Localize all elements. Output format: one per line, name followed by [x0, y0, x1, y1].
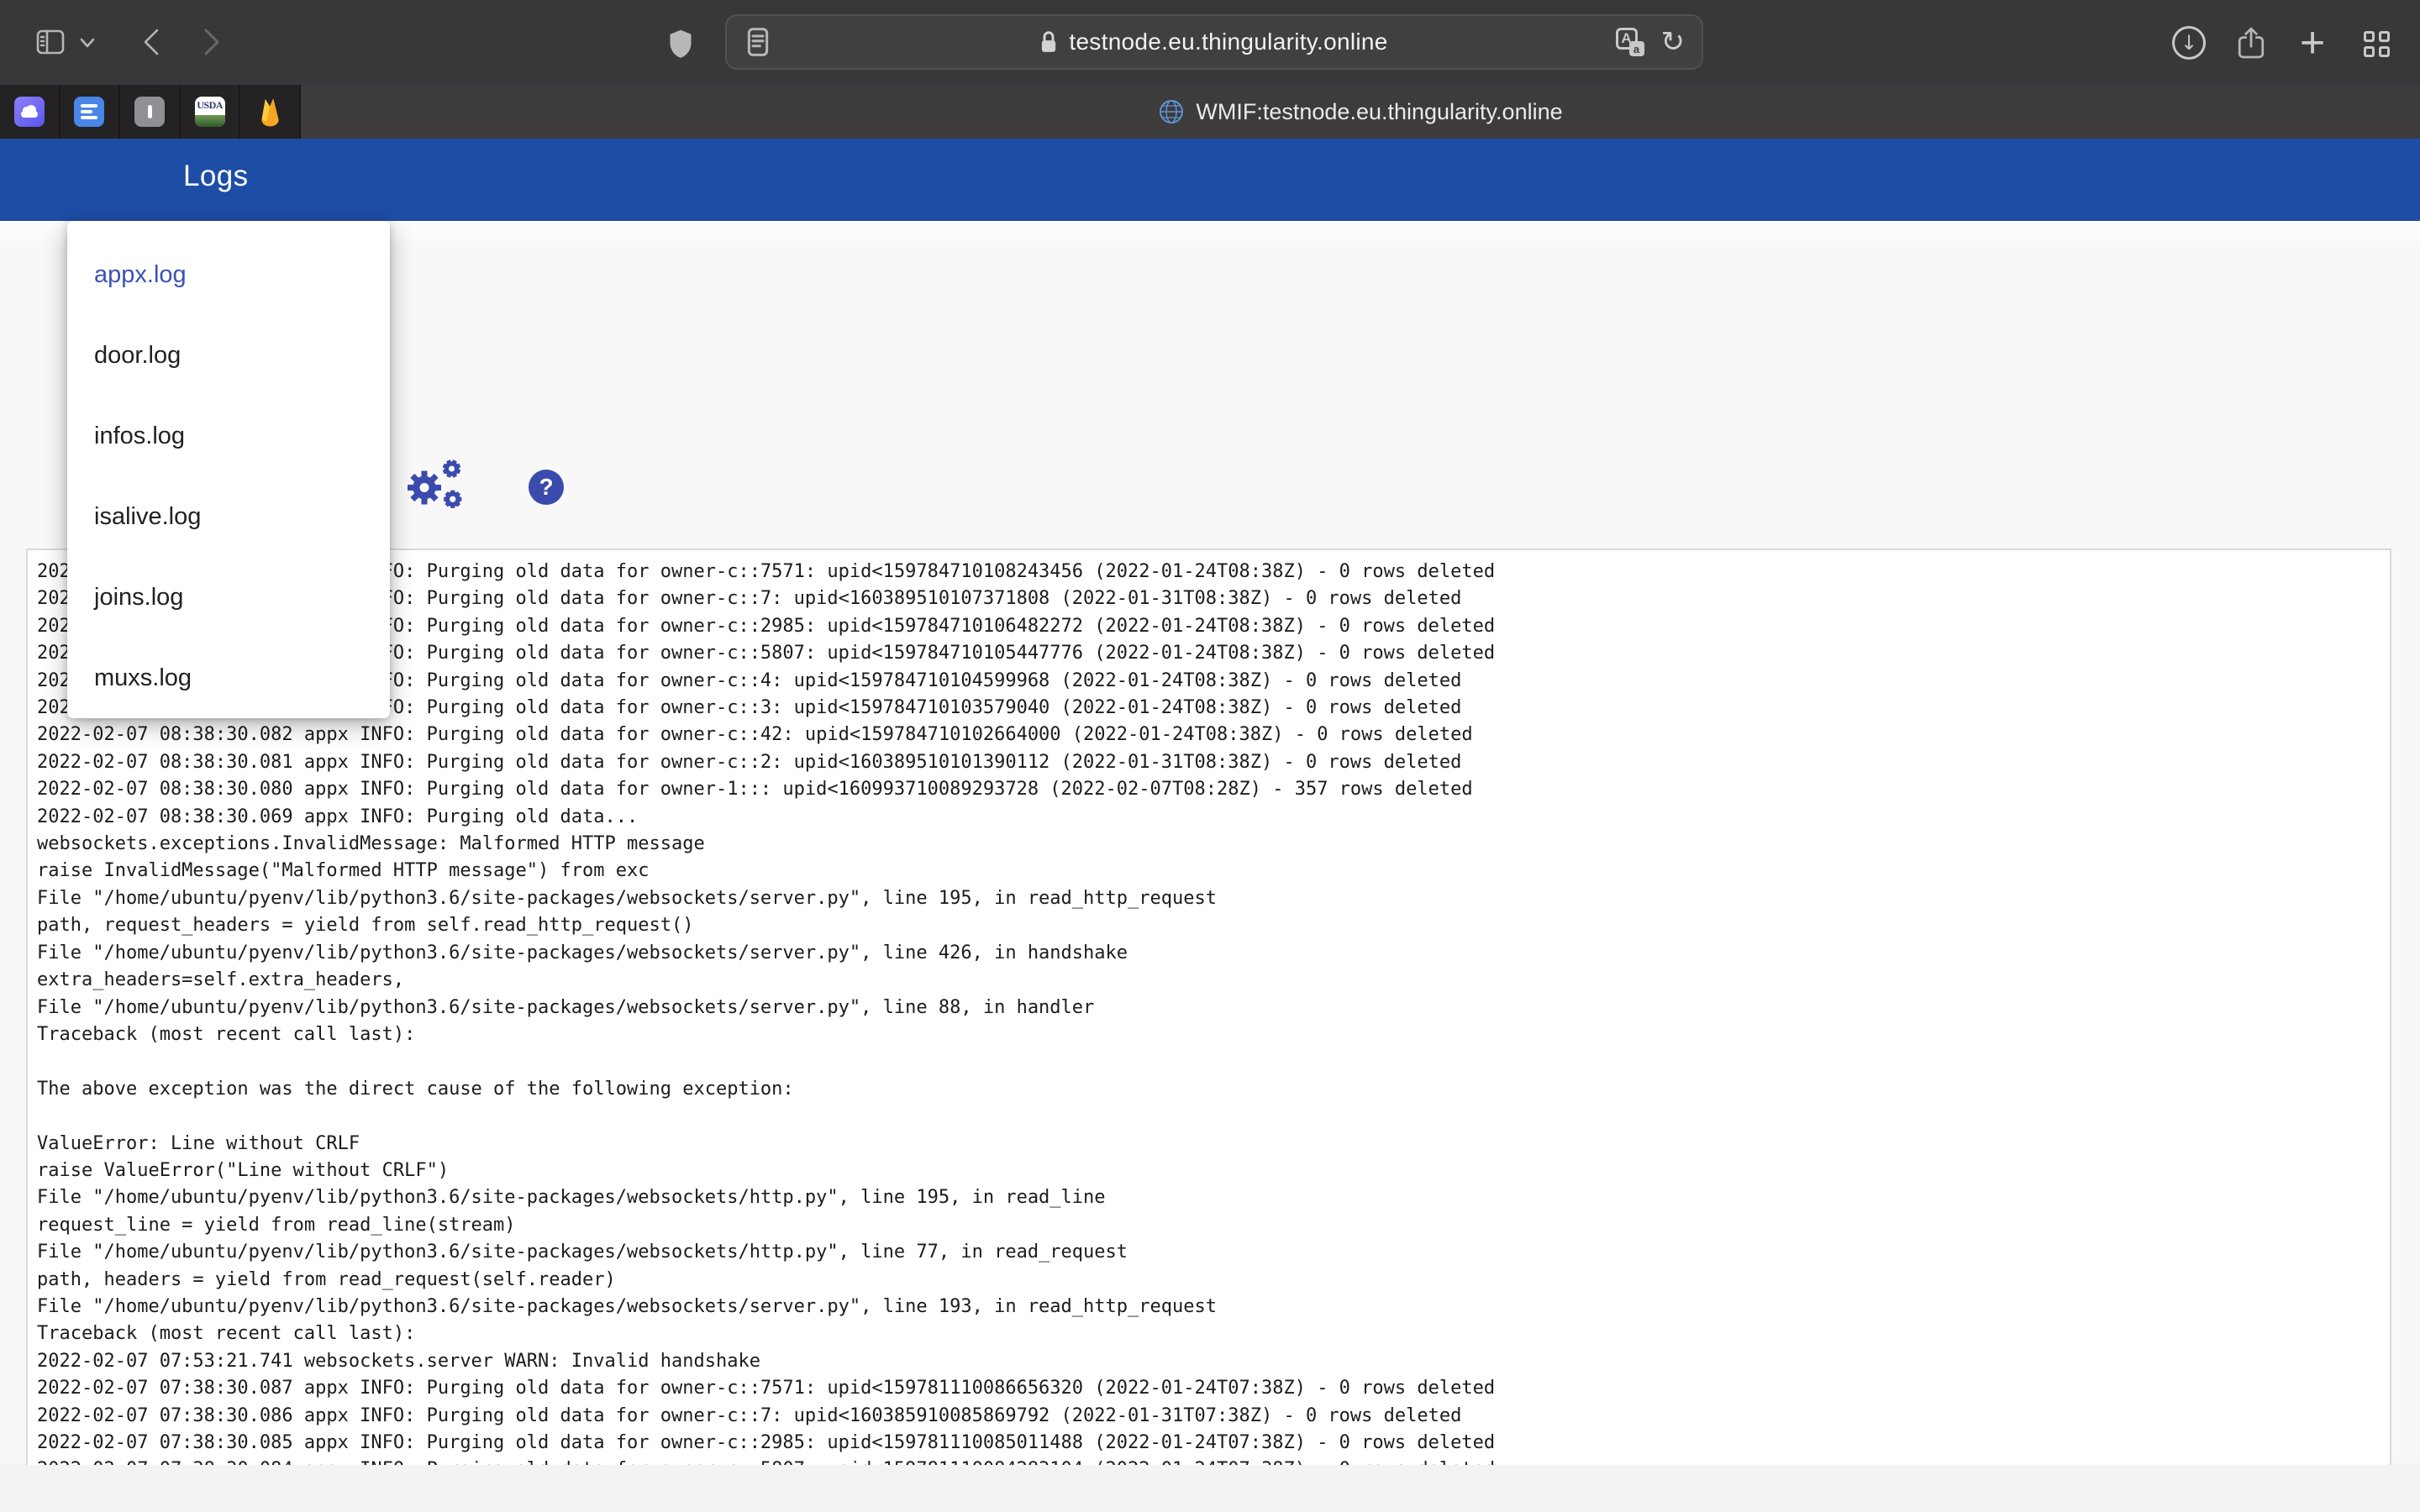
- chevron-down-icon: [79, 37, 96, 49]
- browser-toolbar: testnode.eu.thingularity.online A a ↻ ↓: [0, 0, 2420, 85]
- shield-icon: [668, 29, 693, 59]
- firebase-flame-icon: [257, 97, 282, 127]
- generic-favicon-icon: [134, 97, 165, 127]
- tab-bar: USDA WMIF:testnode.eu.thingularity.onlin…: [0, 85, 2420, 139]
- active-tab-title: WMIF:testnode.eu.thingularity.online: [1196, 99, 1562, 125]
- log-file-option[interactable]: appx.log: [67, 234, 390, 315]
- back-button[interactable]: [134, 25, 168, 59]
- bottom-background: [0, 1465, 2420, 1512]
- docs-favicon-icon: [74, 97, 104, 127]
- pinned-tabs: USDA: [0, 85, 301, 139]
- sidebar-toggle-button[interactable]: [35, 29, 66, 55]
- sidebar-menu-chevron-button[interactable]: [77, 35, 97, 50]
- forward-chevron-icon: [201, 27, 223, 57]
- log-file-option[interactable]: joins.log: [67, 557, 390, 638]
- privacy-shield-button[interactable]: [664, 25, 697, 62]
- pinned-tab-firebase[interactable]: [240, 85, 301, 139]
- log-file-menu: appx.log door.log infos.log isalive.log join…: [67, 221, 390, 718]
- tab-grid-icon: [2364, 31, 2390, 57]
- tab-overview-button[interactable]: [2360, 27, 2393, 60]
- log-file-option[interactable]: door.log: [67, 315, 390, 396]
- globe-icon: [1158, 98, 1185, 125]
- log-file-option[interactable]: infos.log: [67, 396, 390, 476]
- log-file-option-label: appx.log: [94, 261, 187, 289]
- gears-icon: [403, 456, 471, 515]
- downloads-button[interactable]: ↓: [2171, 25, 2207, 60]
- back-chevron-icon: [140, 27, 162, 57]
- log-file-option-label: isalive.log: [94, 503, 201, 531]
- page-help-button[interactable]: ?: [529, 470, 564, 505]
- log-file-option-label: muxs.log: [94, 664, 192, 692]
- usda-favicon-icon: USDA: [195, 97, 225, 127]
- log-settings-button[interactable]: [403, 456, 471, 515]
- log-file-list: appx.log door.log infos.log isalive.log join…: [67, 221, 390, 718]
- forward-button[interactable]: [195, 25, 229, 59]
- sidebar-icon: [36, 29, 65, 55]
- lock-icon: [1040, 30, 1057, 54]
- log-file-option[interactable]: muxs.log: [67, 638, 390, 718]
- icloud-favicon-icon: [14, 97, 45, 127]
- log-file-option-label: door.log: [94, 342, 181, 370]
- log-file-option[interactable]: isalive.log: [67, 476, 390, 557]
- pinned-tab-docs[interactable]: [60, 85, 121, 139]
- active-tab[interactable]: WMIF:testnode.eu.thingularity.online: [301, 85, 2420, 139]
- share-icon: [2236, 25, 2266, 60]
- share-button[interactable]: [2233, 24, 2270, 62]
- reload-button[interactable]: ↻: [1661, 25, 1686, 59]
- new-tab-button[interactable]: +: [2294, 24, 2331, 62]
- plus-icon: +: [2300, 26, 2325, 60]
- usda-favicon-label: USDA: [195, 99, 225, 112]
- app-header: Logs Admin ▾ ↻ ?: [0, 139, 2420, 221]
- log-file-option-label: joins.log: [94, 584, 183, 612]
- download-icon: ↓: [2172, 26, 2206, 60]
- address-bar[interactable]: testnode.eu.thingularity.online A a ↻: [725, 14, 1703, 70]
- log-file-option-label: infos.log: [94, 423, 185, 450]
- url-text: testnode.eu.thingularity.online: [1069, 29, 1387, 55]
- safari-window: testnode.eu.thingularity.online A a ↻ ↓: [0, 0, 2420, 1512]
- page-title: Logs: [183, 160, 249, 193]
- pinned-tab-icloud[interactable]: [0, 85, 60, 139]
- pinned-tab-generic[interactable]: [120, 85, 181, 139]
- translate-icon: A a: [1616, 28, 1644, 56]
- reload-icon: ↻: [1661, 25, 1686, 59]
- pinned-tab-usda[interactable]: USDA: [181, 85, 241, 139]
- translate-button[interactable]: A a: [1616, 28, 1644, 56]
